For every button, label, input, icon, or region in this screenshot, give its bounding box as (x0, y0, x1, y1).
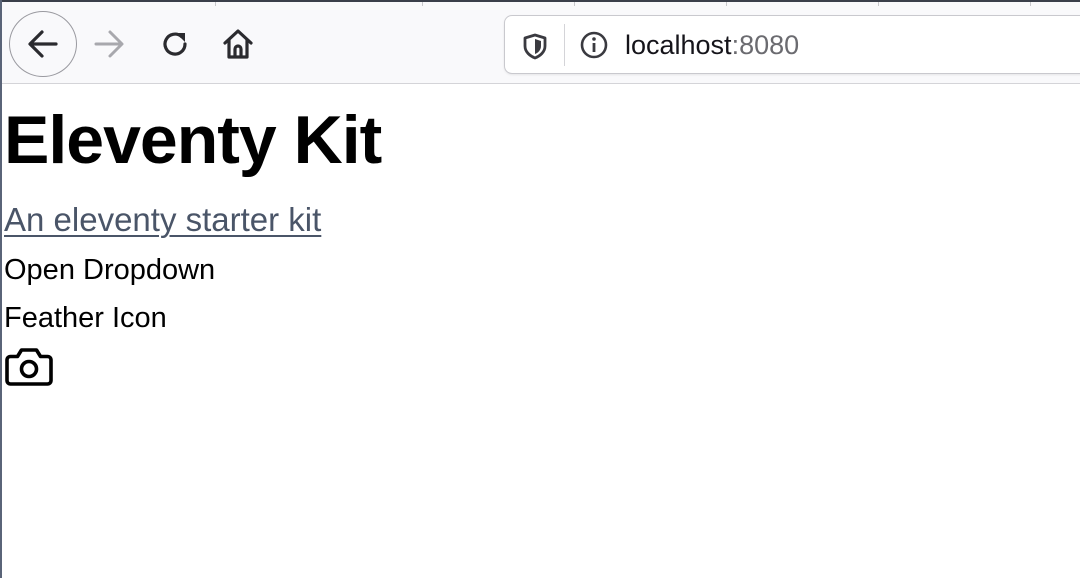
reload-button[interactable] (154, 24, 196, 64)
url-bar[interactable]: localhost:8080 (504, 15, 1080, 74)
home-icon (223, 29, 253, 59)
camera-icon (5, 348, 53, 386)
home-button[interactable] (216, 24, 260, 64)
tab-strip-divider (726, 2, 727, 6)
url-bar-divider (564, 24, 565, 66)
tab-strip-divider (878, 2, 879, 6)
shield-icon[interactable] (521, 32, 549, 60)
tab-strip-divider (215, 2, 216, 6)
back-arrow-icon (28, 30, 58, 58)
url-host: localhost (625, 30, 732, 60)
forward-button[interactable] (88, 24, 130, 64)
browser-window: localhost:8080 Eleventy Kit An eleventy … (0, 0, 1080, 578)
tab-strip-divider (422, 2, 423, 6)
back-button[interactable] (9, 11, 77, 77)
tab-strip-divider (574, 2, 575, 6)
url-text[interactable]: localhost:8080 (625, 28, 799, 62)
reload-icon (163, 32, 187, 56)
page-content: Eleventy Kit An eleventy starter kit Ope… (2, 84, 1080, 578)
page-title: Eleventy Kit (4, 102, 382, 178)
forward-arrow-icon (94, 30, 124, 58)
url-port: :8080 (731, 30, 800, 60)
open-dropdown-button[interactable]: Open Dropdown (4, 252, 215, 288)
feather-icon-label: Feather Icon (4, 302, 167, 334)
tagline-link[interactable]: An eleventy starter kit (4, 200, 321, 240)
info-icon[interactable] (579, 30, 609, 60)
tab-strip-divider (1030, 2, 1031, 6)
browser-toolbar: localhost:8080 (2, 0, 1080, 84)
